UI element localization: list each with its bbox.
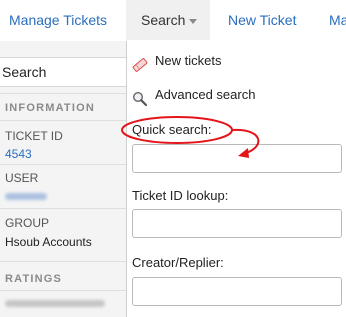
nav-manage-tickets[interactable]: Manage Tickets bbox=[9, 0, 107, 40]
nav-search-label: Search bbox=[141, 12, 186, 28]
divider bbox=[0, 261, 126, 262]
nav-new-ticket[interactable]: New Ticket bbox=[228, 0, 296, 40]
quick-search-input[interactable] bbox=[132, 144, 342, 173]
divider bbox=[0, 208, 126, 209]
ratings-heading: RATINGS bbox=[5, 273, 63, 285]
caret-down-icon bbox=[189, 18, 198, 24]
search-dropdown: New tickets Advanced search Quick search… bbox=[126, 41, 346, 317]
menu-item-advanced-search[interactable]: Advanced search bbox=[127, 79, 346, 111]
ticket-id-label: TICKET ID bbox=[5, 129, 63, 143]
nav-more-item[interactable]: Ma bbox=[329, 0, 346, 40]
divider bbox=[0, 164, 126, 165]
ticket-id-value[interactable]: 4543 bbox=[5, 147, 32, 161]
creator-replier-input[interactable] bbox=[132, 277, 342, 306]
menu-item-label: Advanced search bbox=[155, 87, 256, 102]
top-nav: Manage Tickets Search New Ticket Ma bbox=[0, 0, 346, 42]
divider bbox=[0, 93, 126, 94]
divider bbox=[0, 290, 126, 291]
magnifier-icon bbox=[132, 87, 148, 107]
user-label: USER bbox=[5, 171, 39, 185]
ticket-icon bbox=[132, 53, 148, 72]
menu-item-label: New tickets bbox=[155, 53, 222, 68]
group-value: Hsoub Accounts bbox=[5, 235, 92, 249]
divider bbox=[0, 120, 126, 121]
menu-item-new-tickets[interactable]: New tickets bbox=[127, 45, 346, 77]
sidebar: Search INFORMATION TICKET ID 4543 USER G… bbox=[0, 41, 127, 317]
creator-replier-label: Creator/Replier: bbox=[132, 255, 224, 270]
information-heading: INFORMATION bbox=[5, 102, 95, 114]
ticket-id-lookup-input[interactable] bbox=[132, 209, 342, 238]
rating-row-redacted bbox=[5, 300, 105, 307]
ticket-id-lookup-label: Ticket ID lookup: bbox=[132, 188, 229, 203]
group-label: GROUP bbox=[5, 216, 50, 230]
quick-search-label: Quick search: bbox=[132, 122, 212, 137]
nav-search-tab[interactable]: Search bbox=[126, 0, 210, 40]
sidebar-search-field[interactable]: Search bbox=[0, 57, 126, 87]
user-value-redacted[interactable] bbox=[5, 193, 47, 200]
